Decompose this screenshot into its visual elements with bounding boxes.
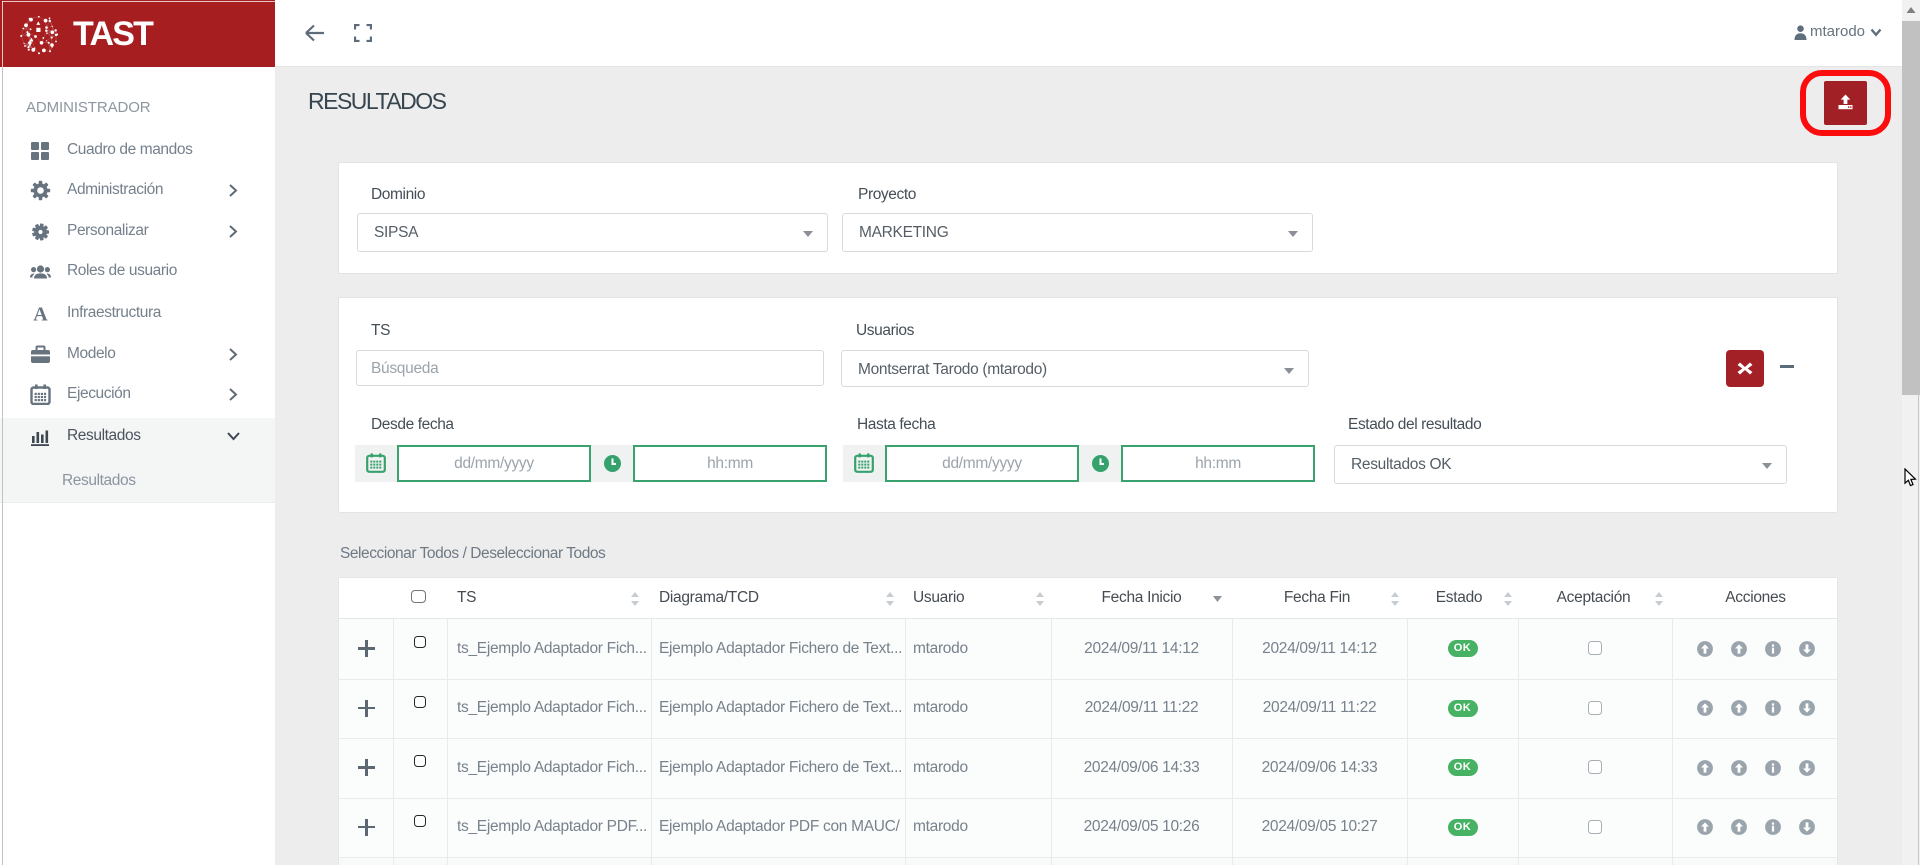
svg-text:A: A: [33, 304, 48, 325]
